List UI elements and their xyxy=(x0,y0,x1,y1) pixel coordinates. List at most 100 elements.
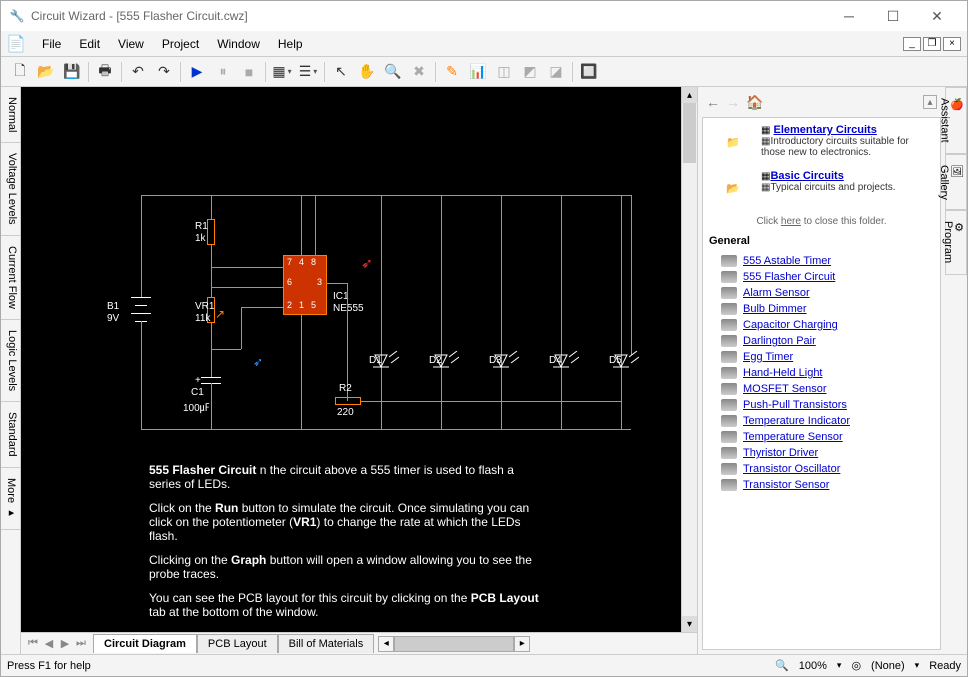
circuit-link[interactable]: Alarm Sensor xyxy=(743,287,810,299)
canvas-vscroll[interactable]: ▴ ▾ xyxy=(681,87,697,632)
zoom-icon[interactable]: 🔍 xyxy=(775,659,789,672)
menu-help[interactable]: Help xyxy=(269,34,312,54)
close-folder-link[interactable]: Click here to close this folder. xyxy=(709,216,934,227)
folder-elementary[interactable]: 📁 ▦ Elementary Circuits ▦Introductory ci… xyxy=(709,124,934,160)
delete-icon[interactable]: ✖ xyxy=(407,60,431,84)
menu-edit[interactable]: Edit xyxy=(70,34,109,54)
circuit-item[interactable]: Transistor Oscillator xyxy=(709,461,934,477)
circuit-link[interactable]: Transistor Oscillator xyxy=(743,463,840,475)
maximize-button[interactable]: ☐ xyxy=(871,2,915,30)
circuit-item[interactable]: Darlington Pair xyxy=(709,333,934,349)
r2-val: 220 xyxy=(337,407,354,418)
menu-file[interactable]: File xyxy=(33,34,70,54)
new-icon[interactable]: 🗋 xyxy=(8,60,32,84)
mdi-minimize[interactable]: _ xyxy=(903,37,921,51)
pan-icon[interactable]: ✋ xyxy=(355,60,379,84)
circuit-link[interactable]: 555 Flasher Circuit xyxy=(743,271,835,283)
sidetab-gallery[interactable]: 🖼Gallery xyxy=(945,154,967,211)
circuit-link[interactable]: Temperature Indicator xyxy=(743,415,850,427)
redo-icon[interactable]: ↷ xyxy=(152,60,176,84)
pointer-icon[interactable]: ↖ xyxy=(329,60,353,84)
pause-icon[interactable]: ⏸ xyxy=(211,60,235,84)
sidetab-assistant[interactable]: 🍎Assistant xyxy=(945,87,967,154)
nav-home-icon[interactable]: 🏠 xyxy=(746,94,763,111)
nav-back-icon[interactable]: ← xyxy=(706,94,720,110)
titlebar: 🔧 Circuit Wizard - [555 Flasher Circuit.… xyxy=(1,1,967,31)
circuit-item[interactable]: Temperature Indicator xyxy=(709,413,934,429)
sidetab-current[interactable]: Current Flow xyxy=(1,236,20,320)
category-general: General xyxy=(709,235,934,247)
panel-up-icon[interactable]: ▴ xyxy=(923,95,937,109)
probe-icon[interactable]: ✎ xyxy=(440,60,464,84)
view-sidebar: Normal Voltage Levels Current Flow Logic… xyxy=(1,87,21,654)
circuit-link[interactable]: Temperature Sensor xyxy=(743,431,843,443)
b1-name: B1 xyxy=(107,301,119,312)
status-layer: (None) xyxy=(871,660,905,672)
tool5-icon[interactable]: ◪ xyxy=(544,60,568,84)
undo-icon[interactable]: ↶ xyxy=(126,60,150,84)
sidetab-normal[interactable]: Normal xyxy=(1,87,20,143)
nav-fwd-icon[interactable]: → xyxy=(726,94,740,110)
pin5: 5 xyxy=(311,300,316,310)
tab-next[interactable]: ▶ xyxy=(57,637,73,650)
minimize-button[interactable]: ─ xyxy=(827,2,871,30)
layer-icon[interactable]: ◎ xyxy=(851,659,861,672)
menu-window[interactable]: Window xyxy=(208,34,269,54)
mdi-close[interactable]: × xyxy=(943,37,961,51)
sidetab-more[interactable]: More ▸ xyxy=(1,468,20,530)
circuit-item[interactable]: 555 Flasher Circuit xyxy=(709,269,934,285)
circuit-link[interactable]: Transistor Sensor xyxy=(743,479,829,491)
schematic-canvas[interactable]: B1 9V R1 1k xyxy=(21,87,697,632)
circuit-link[interactable]: Bulb Dimmer xyxy=(743,303,807,315)
tab-bom[interactable]: Bill of Materials xyxy=(278,634,375,653)
circuit-link[interactable]: MOSFET Sensor xyxy=(743,383,827,395)
circuit-link[interactable]: Push-Pull Transistors xyxy=(743,399,847,411)
chip-dropdown[interactable]: ▦ xyxy=(270,60,294,84)
circuit-item[interactable]: Egg Timer xyxy=(709,349,934,365)
circuit-item[interactable]: Temperature Sensor xyxy=(709,429,934,445)
circuit-link[interactable]: 555 Astable Timer xyxy=(743,255,831,267)
convert-icon[interactable]: 🔲 xyxy=(577,60,601,84)
sidetab-program[interactable]: ⚙Program xyxy=(945,210,967,274)
menu-view[interactable]: View xyxy=(109,34,153,54)
run-icon[interactable]: ▶ xyxy=(185,60,209,84)
sidetab-standard[interactable]: Standard xyxy=(1,402,20,468)
tool4-icon[interactable]: ◩ xyxy=(518,60,542,84)
tab-last[interactable]: ⏭ xyxy=(73,637,89,650)
circuit-link[interactable]: Hand-Held Light xyxy=(743,367,823,379)
sidetab-voltage[interactable]: Voltage Levels xyxy=(1,143,20,236)
tab-pcb[interactable]: PCB Layout xyxy=(197,634,278,653)
tab-circuit[interactable]: Circuit Diagram xyxy=(93,634,197,653)
tool3-icon[interactable]: ◫ xyxy=(492,60,516,84)
circuit-link[interactable]: Darlington Pair xyxy=(743,335,816,347)
intro-3: Clicking on the Graph button will open a… xyxy=(149,553,549,581)
circuit-link[interactable]: Capacitor Charging xyxy=(743,319,838,331)
folder-basic[interactable]: 📂 ▦Basic Circuits ▦Typical circuits and … xyxy=(709,170,934,206)
circuit-item[interactable]: MOSFET Sensor xyxy=(709,381,934,397)
zoom-icon[interactable]: 🔍 xyxy=(381,60,405,84)
circuit-link[interactable]: Egg Timer xyxy=(743,351,793,363)
circuit-item[interactable]: Thyristor Driver xyxy=(709,445,934,461)
stop-icon[interactable]: ■ xyxy=(237,60,261,84)
circuit-item[interactable]: 555 Astable Timer xyxy=(709,253,934,269)
circuit-item[interactable]: Bulb Dimmer xyxy=(709,301,934,317)
open-icon[interactable]: 📂 xyxy=(34,60,58,84)
close-button[interactable]: ✕ xyxy=(915,2,959,30)
print-icon[interactable]: 🖶 xyxy=(93,60,117,84)
save-icon[interactable]: 💾 xyxy=(60,60,84,84)
mdi-restore[interactable]: ❐ xyxy=(923,37,941,51)
tab-prev[interactable]: ◀ xyxy=(41,637,57,650)
circuit-item[interactable]: Capacitor Charging xyxy=(709,317,934,333)
sidetab-logic[interactable]: Logic Levels xyxy=(1,320,20,402)
circuit-item[interactable]: Alarm Sensor xyxy=(709,285,934,301)
circuit-item[interactable]: Transistor Sensor xyxy=(709,477,934,493)
circuit-link[interactable]: Thyristor Driver xyxy=(743,447,818,459)
graph-icon[interactable]: 📊 xyxy=(466,60,490,84)
tab-first[interactable]: ⏮ xyxy=(25,637,41,650)
parts-dropdown[interactable]: ☰ xyxy=(296,60,320,84)
canvas-hscroll[interactable]: ◂▸ xyxy=(378,636,530,652)
circuit-item[interactable]: Hand-Held Light xyxy=(709,365,934,381)
menu-project[interactable]: Project xyxy=(153,34,208,54)
circuit-item[interactable]: Push-Pull Transistors xyxy=(709,397,934,413)
pin7: 7 xyxy=(287,257,292,267)
